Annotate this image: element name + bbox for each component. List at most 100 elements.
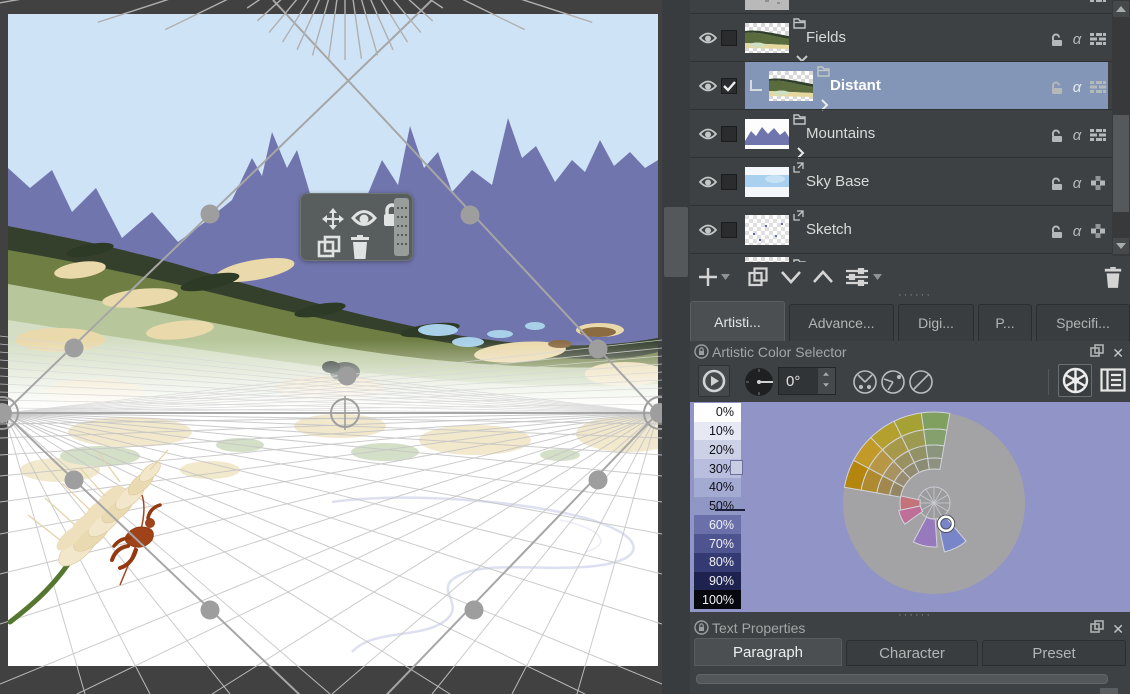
layer-checkbox[interactable] [721, 126, 737, 142]
assistant-handle[interactable] [337, 366, 357, 386]
value-swatch-90%[interactable]: 90% [694, 571, 741, 591]
acs-rotation-dial[interactable] [744, 367, 774, 402]
acs-angle-spinbox[interactable]: 0° [778, 367, 836, 395]
expand-chevron-icon[interactable] [796, 50, 808, 63]
inherit-alpha-icon[interactable] [1090, 31, 1106, 47]
text-properties-tab-preset[interactable]: Preset [982, 640, 1126, 666]
alpha-icon[interactable]: α [1069, 175, 1085, 192]
scrollbar-thumb[interactable] [1113, 115, 1129, 212]
assistant-handle[interactable] [64, 338, 84, 358]
value-swatch-60%[interactable]: 60% [694, 515, 741, 535]
assistant-handle[interactable] [588, 470, 608, 490]
alpha-icon[interactable]: α [1069, 223, 1085, 240]
list-view-button[interactable] [1100, 368, 1126, 397]
value-swatch-20%[interactable]: 20% [694, 440, 741, 460]
layer-checkbox[interactable] [721, 30, 737, 46]
color-wheel[interactable] [690, 402, 1130, 612]
acs-gamut-mask-off-icon[interactable] [908, 369, 934, 400]
layers-list[interactable]: Fields α Distant α Mountains α Sky Base … [690, 0, 1112, 262]
visibility-eye-icon[interactable] [698, 175, 718, 189]
value-swatch-80%[interactable]: 80% [694, 552, 741, 572]
alpha-icon[interactable]: α [1069, 79, 1085, 96]
docker-tab-digi[interactable]: Digi... [898, 304, 974, 341]
value-swatch-10%[interactable]: 10% [694, 421, 741, 441]
docker-tab-artisti[interactable]: Artisti... [690, 301, 785, 341]
inherit-alpha-icon[interactable] [1090, 223, 1106, 239]
move-layer-down-button[interactable] [780, 264, 802, 290]
inherit-alpha-icon[interactable] [1090, 79, 1106, 95]
lock-icon[interactable] [1048, 223, 1064, 239]
splitter-handle[interactable] [664, 207, 688, 277]
assistant-editor-widget[interactable] [300, 193, 413, 261]
layer-checkbox[interactable] [721, 78, 737, 94]
text-properties-tab-paragraph[interactable]: Paragraph [694, 638, 842, 666]
splitter-dots[interactable]: ······ [895, 290, 935, 301]
expand-chevron-icon[interactable] [820, 98, 832, 111]
delete-layer-button[interactable] [1103, 264, 1123, 290]
close-docker-icon[interactable]: ✕ [1112, 346, 1124, 360]
layer-row-distant[interactable]: Distant α [690, 61, 1112, 111]
value-swatch-100%[interactable]: 100% [694, 590, 741, 610]
lock-icon[interactable] [1048, 175, 1064, 191]
lock-icon[interactable] [1048, 127, 1064, 143]
float-docker-icon[interactable] [1090, 344, 1105, 362]
lock-icon[interactable] [1048, 79, 1064, 95]
value-swatch-50%[interactable]: 50% [694, 496, 745, 516]
value-swatch-column[interactable]: 0% 10% 20% 30% 40% 50% 60% 70% 80% 90% 100% [694, 403, 745, 610]
assistant-handle[interactable] [64, 470, 84, 490]
add-layer-button[interactable] [698, 264, 730, 290]
inherit-alpha-icon[interactable] [1090, 175, 1106, 191]
assistant-handle[interactable] [460, 205, 480, 225]
layer-name[interactable]: Mountains [806, 125, 875, 142]
panel-splitter[interactable] [662, 0, 690, 694]
docker-tab-specifi[interactable]: Specifi... [1036, 304, 1130, 341]
layer-row-fields[interactable]: Fields α [690, 13, 1112, 63]
color-wheel-view-button[interactable] [1058, 364, 1092, 397]
duplicate-layer-button[interactable] [748, 264, 768, 290]
layer-properties-button[interactable] [845, 264, 882, 290]
float-docker-icon[interactable] [1090, 620, 1105, 638]
acs-angle-stepper[interactable] [818, 368, 835, 394]
scroll-down-button[interactable] [1113, 238, 1129, 254]
scroll-up-button[interactable] [1113, 1, 1129, 17]
acs-color-area[interactable]: 0% 10% 20% 30% 40% 50% 60% 70% 80% 90% 100% [690, 402, 1130, 612]
text-properties-tab-character[interactable]: Character [846, 640, 978, 666]
expand-chevron-icon[interactable] [796, 242, 808, 252]
layer-thumbnail[interactable] [745, 23, 789, 53]
expand-chevron-icon[interactable] [796, 194, 808, 204]
acs-gamut-mask-1-icon[interactable] [852, 369, 878, 400]
layer-name[interactable]: Distant [830, 77, 881, 94]
layer-thumbnail[interactable] [745, 0, 789, 10]
layer-name[interactable]: Sky Base [806, 173, 869, 190]
visibility-eye-icon[interactable] [698, 127, 718, 141]
visibility-eye-icon[interactable] [698, 223, 718, 237]
layer-checkbox[interactable] [721, 222, 737, 238]
layer-row-sketch[interactable]: Sketch α [690, 205, 1112, 253]
layer-thumbnail[interactable] [769, 71, 813, 101]
assistant-handle[interactable] [200, 204, 220, 224]
assistant-handle[interactable] [588, 339, 608, 359]
visibility-eye-icon[interactable] [698, 31, 718, 45]
acs-gamut-mask-2-icon[interactable] [880, 369, 906, 400]
layer-thumbnail[interactable] [745, 215, 789, 245]
close-docker-icon[interactable]: ✕ [1112, 622, 1124, 636]
layer-name[interactable]: Sketch [806, 221, 852, 238]
layers-scrollbar[interactable] [1112, 0, 1130, 256]
expand-chevron-icon[interactable] [796, 146, 808, 159]
value-swatch-70%[interactable]: 70% [694, 534, 741, 553]
layer-row-partial[interactable] [690, 253, 1112, 262]
layer-thumbnail[interactable] [745, 167, 789, 197]
acs-reset-button[interactable] [698, 365, 730, 397]
docker-lock-icon[interactable] [694, 620, 709, 640]
assistant-handle[interactable] [200, 600, 220, 620]
layer-row-mountains[interactable]: Mountains α [690, 109, 1112, 159]
docker-tab-advance[interactable]: Advance... [789, 304, 894, 341]
lock-icon[interactable] [1048, 31, 1064, 47]
layer-row-sky-base[interactable]: Sky Base α [690, 157, 1112, 205]
alpha-icon[interactable]: α [1069, 31, 1085, 48]
visibility-eye-icon[interactable] [698, 79, 718, 93]
docker-lock-icon[interactable] [694, 344, 709, 364]
widget-drag-handle[interactable] [394, 198, 409, 256]
layer-name[interactable]: Fields [806, 29, 846, 46]
value-swatch-30%[interactable]: 30% [694, 459, 743, 478]
